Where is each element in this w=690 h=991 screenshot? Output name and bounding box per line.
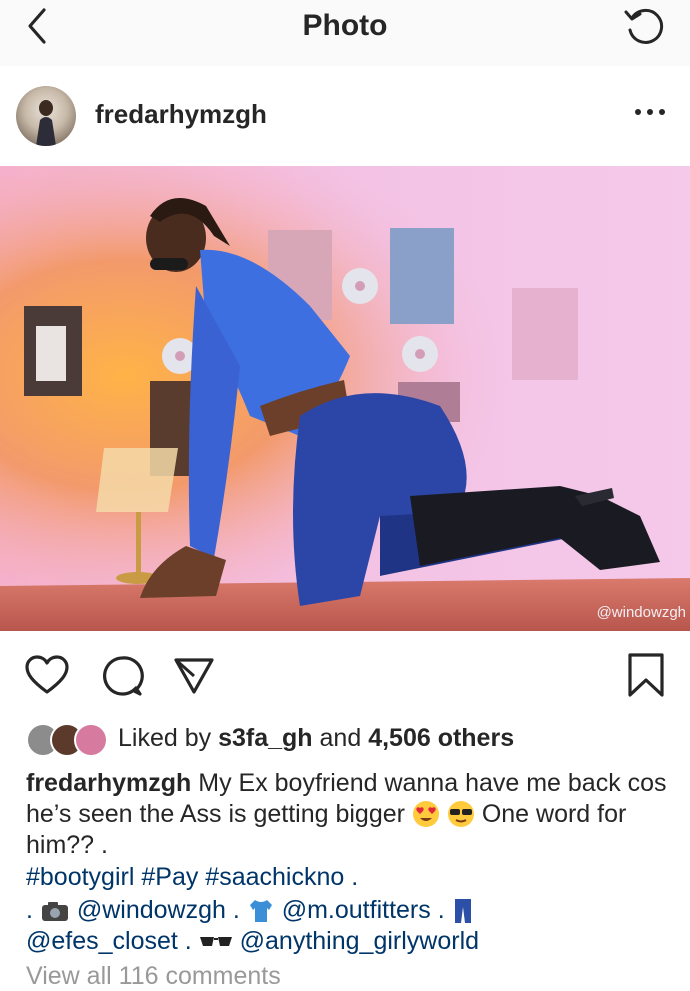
likes-joiner: and bbox=[319, 724, 362, 752]
credits-dot: . bbox=[225, 896, 247, 924]
hashtags: #bootygirl #Pay #saachickno . bbox=[26, 863, 358, 892]
photo-watermark: @windowzgh bbox=[596, 604, 686, 621]
sunglasses-icon bbox=[199, 937, 232, 947]
avatar[interactable] bbox=[16, 86, 76, 146]
page-title: Photo bbox=[302, 9, 388, 42]
mention-link[interactable]: @windowzgh bbox=[77, 896, 226, 924]
credits-dot: . bbox=[177, 927, 199, 955]
refresh-icon[interactable] bbox=[622, 4, 668, 50]
likes-others[interactable]: 4,506 others bbox=[368, 724, 514, 752]
likes-text: Liked by s3fa_gh and 4,506 others bbox=[118, 724, 514, 753]
likes-user[interactable]: s3fa_gh bbox=[218, 724, 312, 752]
comment-icon[interactable] bbox=[100, 654, 144, 698]
top-navigation-bar: Photo bbox=[0, 0, 690, 67]
liker-avatar bbox=[74, 723, 108, 757]
post-username[interactable]: fredarhymzgh bbox=[95, 99, 267, 130]
share-icon[interactable] bbox=[172, 656, 216, 696]
post-header: fredarhymzgh bbox=[0, 66, 690, 166]
credits-dot: . bbox=[26, 896, 40, 924]
mention-link[interactable]: @m.outfitters bbox=[282, 896, 431, 924]
credits: . @windowzgh . @m.outfitters . @efes_clo… bbox=[26, 895, 676, 957]
mention-link[interactable]: @efes_closet bbox=[26, 927, 178, 955]
bookmark-icon[interactable] bbox=[626, 652, 666, 698]
camera-emoji bbox=[41, 902, 68, 922]
hashtag-dot: . bbox=[351, 863, 359, 891]
likes-prefix: Liked by bbox=[118, 724, 212, 752]
action-bar bbox=[0, 640, 690, 710]
more-horizontal-icon[interactable] bbox=[630, 100, 670, 124]
mention-link[interactable]: @anything_girlyworld bbox=[240, 927, 479, 955]
jeans-emoji bbox=[454, 899, 471, 924]
likes-row[interactable]: Liked by s3fa_gh and 4,506 others bbox=[26, 722, 666, 758]
tshirt-emoji bbox=[249, 900, 272, 923]
hashtag-link[interactable]: #bootygirl bbox=[26, 863, 134, 891]
heart-icon[interactable] bbox=[24, 654, 70, 696]
hashtag-link[interactable]: #Pay bbox=[141, 863, 198, 891]
hashtag-link[interactable]: #saachickno bbox=[205, 863, 344, 891]
sunglasses-emoji bbox=[447, 801, 474, 827]
credits-dot: . bbox=[430, 896, 452, 924]
caption: fredarhymzgh My Ex boyfriend wanna have … bbox=[26, 768, 676, 861]
post-photo[interactable]: @windowzgh bbox=[0, 166, 690, 631]
caption-username[interactable]: fredarhymzgh bbox=[26, 769, 191, 797]
heart-eyes-emoji bbox=[412, 801, 439, 827]
view-all-comments-link[interactable]: View all 116 comments bbox=[26, 962, 281, 991]
